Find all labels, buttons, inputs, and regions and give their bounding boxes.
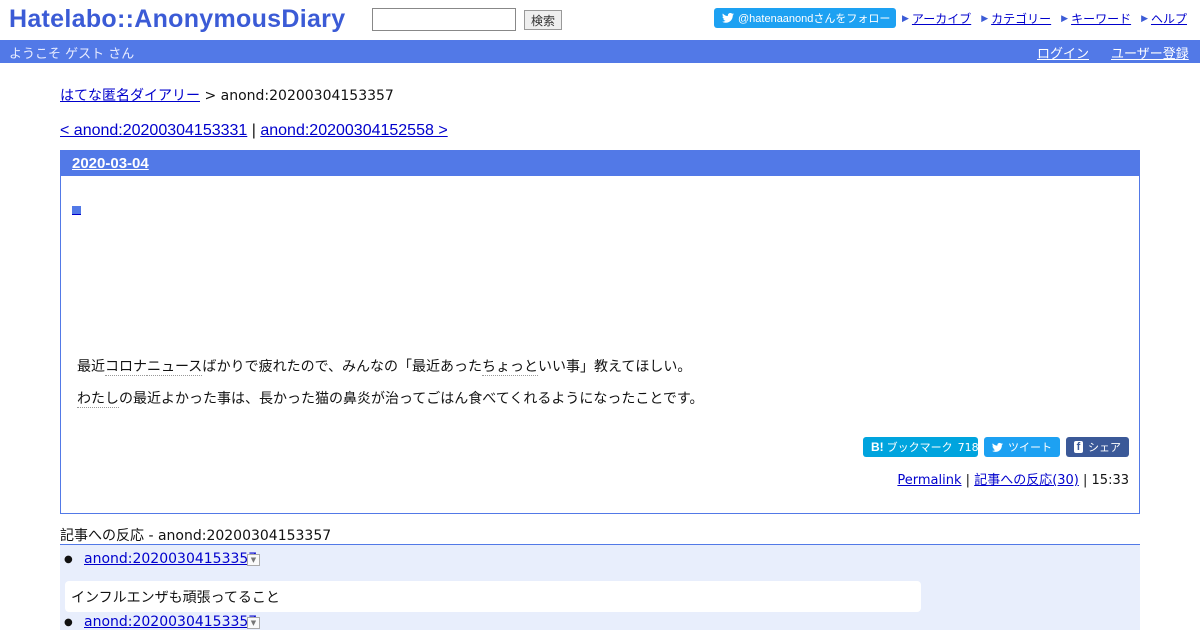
entry-square-link[interactable] <box>72 206 81 215</box>
facebook-label: シェア <box>1088 441 1121 454</box>
entry-date-link[interactable]: 2020-03-04 <box>72 155 149 172</box>
breadcrumb: はてな匿名ダイアリー > anond:20200304153357 <box>60 85 394 105</box>
reaction-link[interactable]: anond:20200304153357 <box>84 551 257 567</box>
archive-link[interactable]: アーカイブ <box>912 10 971 27</box>
register-link[interactable]: ユーザー登録 <box>1111 43 1189 62</box>
pager-separator: | <box>247 122 261 139</box>
body-text: の最近よかった事は、長かった猫の鼻炎が治ってごはん食べてくれるようになったことで… <box>119 391 704 407</box>
tweet-label: ツイート <box>1008 441 1052 454</box>
search-input[interactable] <box>372 8 516 31</box>
hatena-bookmark-button[interactable]: B! ブックマーク 718 <box>863 437 979 457</box>
reaction-text: インフルエンザも頑張ってること <box>65 581 921 612</box>
entry-line-1: 最近コロナニュースばかりで疲れたので、みんなの「最近あったちょっといい事」教えて… <box>77 351 704 383</box>
breadcrumb-current: anond:20200304153357 <box>220 88 394 104</box>
keyword-link[interactable]: ニュース <box>147 359 203 376</box>
search-button[interactable]: 検索 <box>524 10 562 30</box>
login-link[interactable]: ログイン <box>1037 43 1089 62</box>
twitter-bird-icon <box>992 442 1003 452</box>
category-link[interactable]: カテゴリー <box>991 10 1051 27</box>
twitter-bird-icon <box>722 13 734 23</box>
reaction-link[interactable]: anond:20200304153357 <box>84 614 257 630</box>
diary-entry: 2020-03-04 最近コロナニュースばかりで疲れたので、みんなの「最近あった… <box>60 150 1140 514</box>
chevron-right-icon: ▶ <box>1141 13 1148 24</box>
entry-meta: Permalink | 記事への反応(30) | 15:33 <box>897 473 1129 488</box>
hatena-b-icon: B! <box>871 440 884 454</box>
facebook-share-button[interactable]: f シェア <box>1066 437 1129 457</box>
chevron-down-icon[interactable]: ▼ <box>247 554 260 566</box>
reactions-list: ● anond:20200304153357 ▼ インフルエンザも頑張ってること… <box>60 544 1140 630</box>
facebook-icon: f <box>1074 441 1083 453</box>
keyword-link[interactable]: キーワード <box>1071 10 1131 27</box>
body-text: いい事」教えてほしい。 <box>538 359 692 375</box>
bullet: ● <box>64 617 73 628</box>
chevron-right-icon: ▶ <box>1061 13 1069 24</box>
breadcrumb-home-link[interactable]: はてな匿名ダイアリー <box>60 88 200 104</box>
user-bar: ようこそ ゲスト さん ログイン ユーザー登録 <box>0 40 1200 63</box>
body-text: 最近 <box>77 359 105 375</box>
entry-pager: < anond:20200304153331 | anond:202003041… <box>60 122 448 140</box>
keyword-link[interactable]: ちょっと <box>482 359 539 376</box>
keyword-link[interactable]: わたし <box>77 391 119 408</box>
body-text: ばかりで疲れたので、みんなの「最近あった <box>202 359 483 375</box>
chevron-down-icon[interactable]: ▼ <box>247 617 260 629</box>
welcome-text: ようこそ ゲスト さん <box>9 47 135 62</box>
entry-header: 2020-03-04 <box>61 151 1139 176</box>
twitter-follow-button[interactable]: @hatenaanondさんをフォロー <box>714 8 896 28</box>
hatena-label: ブックマーク <box>886 441 953 454</box>
entry-body: 最近コロナニュースばかりで疲れたので、みんなの「最近あったちょっといい事」教えて… <box>77 351 704 415</box>
tweet-button[interactable]: ツイート <box>984 437 1060 457</box>
site-header: Hatelabo::AnonymousDiary 検索 @hatenaanond… <box>0 0 1200 40</box>
site-logo[interactable]: Hatelabo::AnonymousDiary <box>9 5 345 34</box>
reactions-title: 記事への反応 - anond:20200304153357 <box>60 528 332 544</box>
permalink[interactable]: Permalink <box>897 473 961 488</box>
entry-time: 15:33 <box>1091 473 1129 488</box>
reactions-link[interactable]: 記事への反応(30) <box>974 473 1079 488</box>
chevron-right-icon: ▶ <box>902 13 909 24</box>
entry-line-2: わたしの最近よかった事は、長かった猫の鼻炎が治ってごはん食べてくれるようになった… <box>77 383 704 415</box>
breadcrumb-separator: > <box>200 88 221 104</box>
keyword-link[interactable]: コロナ <box>105 359 147 376</box>
bookmark-count: 718 <box>957 440 979 454</box>
help-link[interactable]: ヘルプ <box>1151 10 1187 27</box>
next-entry-link[interactable]: anond:20200304152558 > <box>260 122 447 139</box>
chevron-right-icon: ▶ <box>981 13 989 24</box>
top-links: ▶ アーカイブ ▶ カテゴリー ▶ キーワード ▶ ヘルプ <box>902 10 1187 27</box>
bullet: ● <box>64 554 73 565</box>
follow-label: @hatenaanondさんをフォロー <box>738 13 891 25</box>
share-buttons: B! ブックマーク 718 ツイート f シェア <box>863 437 1129 457</box>
prev-entry-link[interactable]: < anond:20200304153331 <box>60 122 247 139</box>
